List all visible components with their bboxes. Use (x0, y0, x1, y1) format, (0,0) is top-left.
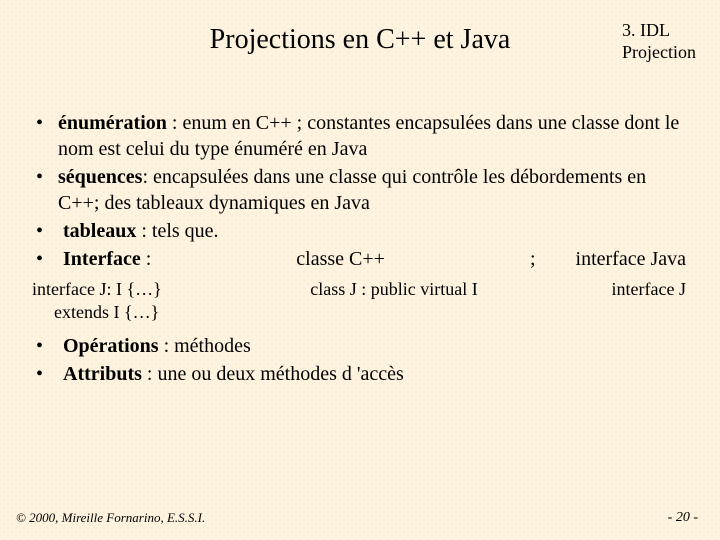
bullet-attributs: Attributs : une ou deux méthodes d 'accè… (30, 361, 690, 387)
section-label: 3. IDL Projection (622, 20, 696, 63)
content: énumération : enum en C++ ; constantes e… (30, 110, 690, 387)
bullet-tableaux-bold: tableaux (63, 220, 136, 242)
bullet-operations-bold: Opérations (63, 335, 159, 357)
bullet-attributs-text: : une ou deux méthodes d 'accès (142, 363, 404, 385)
section-line2: Projection (622, 42, 696, 64)
footer-page-number: - 20 - (668, 510, 698, 526)
footer-copyright: © 2000, Mireille Fornarino, E.S.S.I. (16, 510, 205, 526)
bullet-tableaux: tableaux : tels que. (30, 218, 690, 244)
code-java: interface J (536, 278, 690, 325)
bullet-enum-bold: énumération (58, 112, 167, 134)
bullet-operations-text: : méthodes (159, 335, 251, 357)
code-idl-l2: extends I {…} (32, 301, 252, 324)
bullet-interface-after: : (141, 248, 152, 270)
slide: Projections en C++ et Java 3. IDL Projec… (0, 0, 720, 540)
bullet-interface-right: interface Java (576, 246, 686, 272)
bullet-interface-bold: Interface (63, 248, 141, 270)
code-idl-l1: interface J: I {…} (32, 278, 252, 301)
bullet-sequences-bold: séquences (58, 166, 142, 188)
bullet-tableaux-text: : tels que. (136, 220, 218, 242)
bullet-enum: énumération : enum en C++ ; constantes e… (30, 110, 690, 162)
code-cpp: class J : public virtual I (252, 278, 536, 325)
slide-title: Projections en C++ et Java (30, 18, 690, 56)
code-idl: interface J: I {…} extends I {…} (32, 278, 252, 325)
bullet-interface: Interface : classe C++ ; interface Java (30, 246, 690, 272)
bullet-list-2: Opérations : méthodes Attributs : une ou… (30, 333, 690, 387)
bullet-interface-sep: ; (530, 246, 576, 272)
bullet-list: énumération : enum en C++ ; constantes e… (30, 110, 690, 272)
code-row: interface J: I {…} extends I {…} class J… (30, 278, 690, 325)
bullet-attributs-bold: Attributs (63, 363, 142, 385)
bullet-interface-mid: classe C++ (151, 246, 530, 272)
section-line1: 3. IDL (622, 20, 696, 42)
header: Projections en C++ et Java 3. IDL Projec… (30, 18, 690, 74)
bullet-operations: Opérations : méthodes (30, 333, 690, 359)
bullet-sequences: séquences: encapsulées dans une classe q… (30, 164, 690, 216)
bullet-sequences-text: : encapsulées dans une classe qui contrô… (58, 166, 646, 214)
